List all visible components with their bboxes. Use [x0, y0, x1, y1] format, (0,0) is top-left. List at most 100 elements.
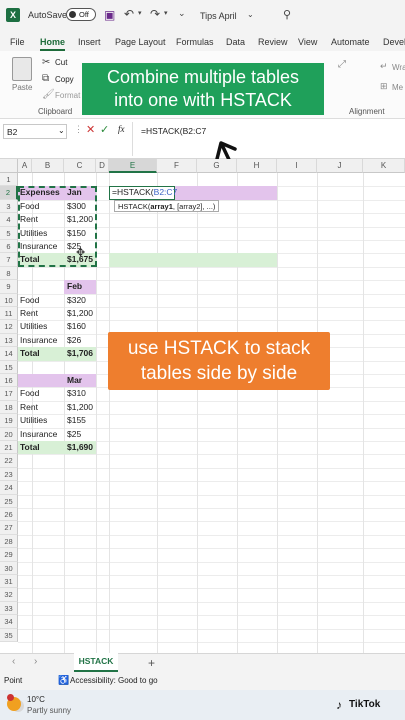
row-header[interactable]: 33 — [0, 601, 18, 616]
mar-row-value[interactable]: $155 — [65, 414, 86, 427]
enter-icon[interactable]: ✓ — [100, 123, 109, 136]
add-sheet-button[interactable]: + — [148, 656, 155, 670]
row-header[interactable]: 4 — [0, 213, 18, 227]
row-header[interactable]: 10 — [0, 293, 18, 307]
merge-icon[interactable]: ⊞ — [380, 81, 388, 92]
row-header[interactable]: 1 — [0, 173, 18, 187]
row-header[interactable]: 19 — [0, 414, 18, 428]
row-header[interactable]: 32 — [0, 588, 18, 602]
feb-header-month[interactable]: Feb — [65, 280, 82, 293]
feb-row-value[interactable]: $26 — [65, 334, 81, 347]
column-header-g[interactable]: G — [197, 159, 237, 173]
redo-icon[interactable]: ↷ — [150, 7, 160, 21]
mar-row-value[interactable]: $1,200 — [65, 401, 93, 414]
menu-insert[interactable]: Insert — [78, 37, 101, 47]
active-cell-formula[interactable]: =HSTACK(B2:C7 — [110, 186, 177, 199]
feb-row-label[interactable]: Food — [18, 294, 39, 307]
row-header[interactable]: 25 — [0, 494, 18, 508]
row-header[interactable]: 5 — [0, 226, 18, 240]
row-header[interactable]: 16 — [0, 374, 18, 388]
row-header[interactable]: 27 — [0, 521, 18, 535]
column-header-a[interactable]: A — [18, 159, 32, 173]
feb-row-value[interactable]: $160 — [65, 320, 86, 333]
cut-label[interactable]: Cut — [55, 58, 67, 67]
mar-header-month[interactable]: Mar — [65, 374, 82, 387]
row-header[interactable]: 24 — [0, 481, 18, 495]
row-header[interactable]: 11 — [0, 307, 18, 321]
feb-total-value[interactable]: $1,706 — [65, 347, 93, 360]
menu-view[interactable]: View — [298, 37, 317, 47]
name-box[interactable]: B2 ⌄ — [3, 124, 67, 139]
row-header[interactable]: 35 — [0, 628, 18, 642]
menu-data[interactable]: Data — [226, 37, 245, 47]
cancel-icon[interactable]: ✕ — [86, 123, 95, 136]
row-header[interactable]: 34 — [0, 615, 18, 629]
row-header[interactable]: 6 — [0, 240, 18, 254]
menu-formulas[interactable]: Formulas — [176, 37, 214, 47]
menu-home[interactable]: Home — [40, 37, 65, 47]
prev-sheet-icon[interactable]: ‹ — [12, 656, 15, 667]
wrap-text-label[interactable]: Wra — [392, 63, 405, 72]
orientation-icon[interactable]: ⤢ — [338, 59, 346, 70]
feb-row-label[interactable]: Utilities — [18, 320, 47, 333]
row-header[interactable]: 30 — [0, 561, 18, 575]
row-header[interactable]: 20 — [0, 427, 18, 441]
row-header[interactable]: 15 — [0, 360, 18, 374]
column-header-d[interactable]: D — [96, 159, 109, 173]
row-header[interactable]: 17 — [0, 387, 18, 401]
copy-icon[interactable]: ⧉ — [42, 73, 49, 84]
sheet-tab-hstack[interactable]: HSTACK — [74, 653, 118, 672]
feb-row-label[interactable]: Insurance — [18, 334, 57, 347]
row-header[interactable]: 13 — [0, 333, 18, 348]
undo-icon[interactable]: ↶ — [124, 7, 134, 21]
menu-automate[interactable]: Automate — [331, 37, 370, 47]
row-header[interactable]: 2 — [0, 186, 18, 200]
undo-dropdown-icon[interactable]: ▾ — [138, 9, 142, 17]
feb-row-label[interactable]: Rent — [18, 307, 38, 320]
menu-page-layout[interactable]: Page Layout — [115, 37, 166, 47]
row-header[interactable]: 26 — [0, 508, 18, 522]
row-header[interactable]: 22 — [0, 454, 18, 468]
row-header[interactable]: 28 — [0, 534, 18, 549]
row-header[interactable]: 14 — [0, 347, 18, 361]
customize-toolbar-icon[interactable]: ⌄ — [178, 8, 186, 19]
mar-row-value[interactable]: $310 — [65, 387, 86, 400]
merge-label[interactable]: Me — [392, 83, 403, 92]
mar-row-label[interactable]: Food — [18, 387, 39, 400]
insert-function-icon[interactable]: fx — [118, 124, 125, 134]
column-header-k[interactable]: K — [363, 159, 405, 173]
next-sheet-icon[interactable]: › — [34, 656, 37, 667]
mar-row-label[interactable]: Utilities — [18, 414, 47, 427]
row-header[interactable]: 21 — [0, 441, 18, 455]
column-header-i[interactable]: I — [277, 159, 317, 173]
menu-file[interactable]: File — [10, 37, 25, 47]
format-painter-icon[interactable]: 🖌 — [42, 89, 55, 100]
row-header[interactable]: 3 — [0, 199, 18, 214]
worksheet-grid[interactable]: A B C D E F G H I J K Expenses Jan Food … — [0, 159, 405, 653]
accessibility-status[interactable]: Accessibility: Good to go — [70, 676, 158, 685]
column-header-j[interactable]: J — [317, 159, 363, 173]
row-header[interactable]: 29 — [0, 548, 18, 562]
row-header[interactable]: 8 — [0, 266, 18, 281]
feb-row-value[interactable]: $1,200 — [65, 307, 93, 320]
column-header-h[interactable]: H — [237, 159, 277, 173]
column-header-f[interactable]: F — [157, 159, 197, 173]
formula-input[interactable]: =HSTACK(B2:C7 — [141, 126, 206, 136]
feb-total-label[interactable]: Total — [18, 347, 40, 360]
menu-developer[interactable]: Devel — [383, 37, 405, 47]
paste-icon[interactable] — [12, 57, 32, 81]
column-header-c[interactable]: C — [64, 159, 96, 173]
wrap-text-icon[interactable]: ↵ — [380, 61, 388, 72]
select-all-corner[interactable] — [0, 159, 18, 173]
accessibility-icon[interactable]: ♿ — [58, 675, 69, 686]
save-icon[interactable]: ▣ — [104, 8, 115, 22]
copy-label[interactable]: Copy — [55, 75, 74, 84]
mar-row-value[interactable]: $25 — [65, 428, 81, 441]
row-header[interactable]: 31 — [0, 575, 18, 589]
menu-review[interactable]: Review — [258, 37, 288, 47]
name-box-dropdown-icon[interactable]: ⌄ — [58, 126, 65, 135]
row-header[interactable]: 18 — [0, 400, 18, 415]
mar-row-label[interactable]: Rent — [18, 401, 38, 414]
column-header-b[interactable]: B — [32, 159, 64, 173]
row-header[interactable]: 9 — [0, 280, 18, 294]
